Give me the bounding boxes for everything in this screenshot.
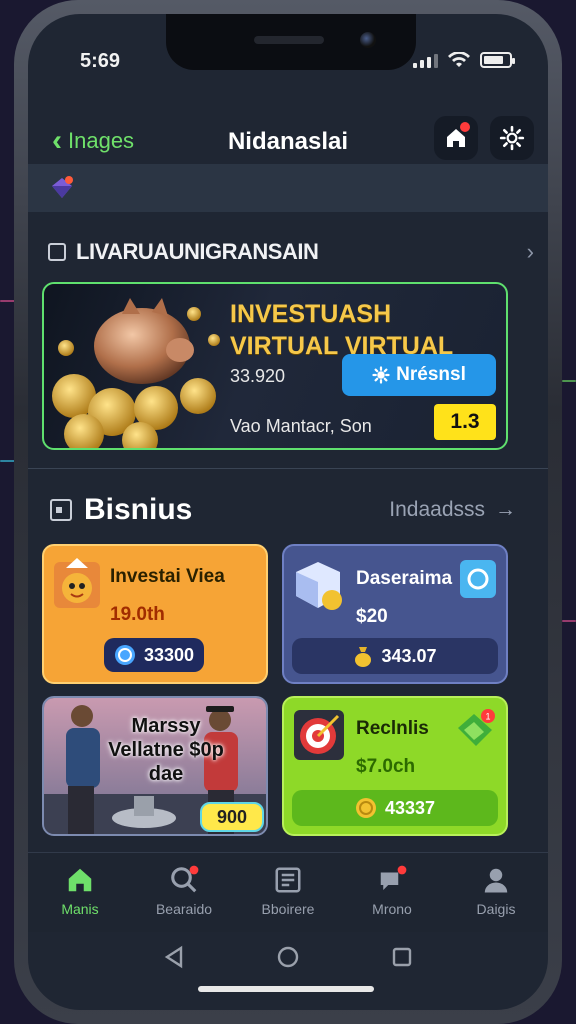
notification-dot bbox=[460, 122, 470, 132]
card-value-pill: 43337 bbox=[292, 790, 498, 826]
system-nav-bar bbox=[28, 932, 548, 982]
home-icon bbox=[68, 868, 92, 892]
status-icons bbox=[413, 52, 515, 68]
banner-cta-label: Nrésnsl bbox=[396, 364, 466, 385]
divider bbox=[28, 468, 548, 469]
card-value: 343.07 bbox=[381, 645, 437, 666]
nav-item-profile[interactable]: Daigis bbox=[444, 853, 548, 932]
cube-icon bbox=[296, 562, 342, 610]
checkbox-icon bbox=[48, 243, 66, 261]
business-header: Bisnius Indaadsss → bbox=[50, 490, 516, 530]
business-card[interactable]: 1 Reclnlis $7.0ch 43337 bbox=[282, 696, 508, 836]
banner-title: INVESTUASH VIRTUAL VIRTUAL bbox=[230, 300, 454, 360]
business-card[interactable]: Daseraima $20 343.07 bbox=[282, 544, 508, 684]
chat-icon bbox=[380, 865, 407, 890]
notch bbox=[166, 14, 416, 70]
gem-icon[interactable] bbox=[48, 174, 76, 202]
nav-label: Bearaido bbox=[155, 901, 213, 917]
wifi-icon bbox=[448, 52, 470, 67]
back-triangle-icon[interactable] bbox=[163, 945, 185, 969]
section-header[interactable]: LIVARUAUNIGRANSAIN › bbox=[48, 234, 534, 270]
home-indicator[interactable] bbox=[198, 986, 374, 992]
business-card[interactable]: Investai Viea 19.0th 33300 bbox=[42, 544, 268, 684]
home-circle-icon[interactable] bbox=[276, 945, 300, 969]
card-title: Marssy Vellatne $0p dae bbox=[108, 715, 224, 785]
nav-item-chat[interactable]: Mrono bbox=[340, 853, 444, 932]
background-streak bbox=[562, 620, 576, 622]
background-streak bbox=[562, 380, 576, 382]
settings-button[interactable] bbox=[490, 116, 534, 160]
front-camera bbox=[360, 32, 376, 48]
cartoon-character-icon bbox=[54, 558, 100, 608]
card-title: Reclnlis bbox=[356, 718, 429, 739]
target-icon bbox=[294, 710, 344, 760]
gear-icon bbox=[499, 125, 525, 151]
nav-label: Mrono bbox=[372, 901, 412, 917]
card-value-pill: 33300 bbox=[104, 638, 204, 672]
banner-badge: 1.3 bbox=[434, 404, 496, 440]
section-title: LIVARUAUNIGRANSAIN bbox=[76, 239, 319, 264]
banner-amount: 33.920 bbox=[230, 366, 286, 386]
nav-label: Manis bbox=[61, 901, 99, 917]
card-price: 19.0th bbox=[110, 604, 165, 625]
nav-label: Daigis bbox=[476, 901, 516, 917]
nav-label: Bboirere bbox=[261, 901, 315, 917]
phone-frame: 5:69 ‹ Inages Nidanaslai LIVARUAUNIGRANS… bbox=[14, 0, 562, 1024]
home-button[interactable] bbox=[434, 116, 478, 160]
nav-item-home[interactable]: Manis bbox=[28, 853, 132, 932]
search-icon bbox=[171, 865, 199, 893]
chevron-right-icon: › bbox=[526, 239, 534, 264]
business-card[interactable]: Marssy Vellatne $0p dae 900 bbox=[42, 696, 268, 836]
card-title: Daseraima bbox=[356, 568, 453, 589]
phone-screen: 5:69 ‹ Inages Nidanaslai LIVARUAUNIGRANS… bbox=[28, 14, 548, 1010]
nav-item-list[interactable]: Bboirere bbox=[236, 853, 340, 932]
gift-icon: 1 bbox=[458, 709, 495, 746]
business-icon bbox=[50, 499, 72, 521]
card-title: Investai Viea bbox=[110, 566, 225, 587]
gear-icon bbox=[372, 366, 390, 384]
header-actions bbox=[434, 116, 534, 160]
speaker-grille bbox=[254, 36, 324, 44]
coin-bag-icon bbox=[355, 647, 372, 667]
promo-banner[interactable]: INVESTUASH VIRTUAL VIRTUAL 33.920 Nrésns… bbox=[42, 282, 508, 450]
coin-icon bbox=[355, 798, 376, 818]
business-title: Bisnius bbox=[84, 493, 193, 526]
svg-text:1: 1 bbox=[486, 712, 491, 722]
banner-subtitle: Vao Mantacr, Son bbox=[230, 416, 372, 436]
user-icon bbox=[484, 868, 508, 893]
status-time: 5:69 bbox=[80, 50, 121, 72]
piggy-bank-coins-image bbox=[52, 298, 220, 448]
sub-toolbar bbox=[28, 164, 548, 212]
list-icon bbox=[275, 867, 301, 893]
card-value: 33300 bbox=[143, 644, 195, 665]
battery-icon bbox=[480, 52, 515, 68]
card-value-pill: 343.07 bbox=[292, 638, 498, 674]
card-price: $20 bbox=[356, 606, 388, 627]
card-price: $7.0ch bbox=[356, 756, 416, 777]
see-more-link[interactable]: Indaadsss → bbox=[389, 498, 516, 522]
see-more-label: Indaadsss bbox=[389, 498, 485, 521]
card-value-pill: 900 bbox=[200, 802, 264, 832]
recents-square-icon[interactable] bbox=[391, 946, 413, 968]
banner-cta-button[interactable]: Nrésnsl bbox=[342, 354, 496, 396]
coin-icon bbox=[114, 645, 135, 665]
card-value: 43337 bbox=[384, 797, 436, 818]
arrow-right-icon: → bbox=[495, 498, 516, 521]
badge-icon bbox=[460, 560, 496, 598]
signal-icon bbox=[413, 52, 438, 68]
bottom-nav: Manis Bearaido Bboirere Mrono Daigis bbox=[28, 852, 548, 932]
nav-item-search[interactable]: Bearaido bbox=[132, 853, 236, 932]
